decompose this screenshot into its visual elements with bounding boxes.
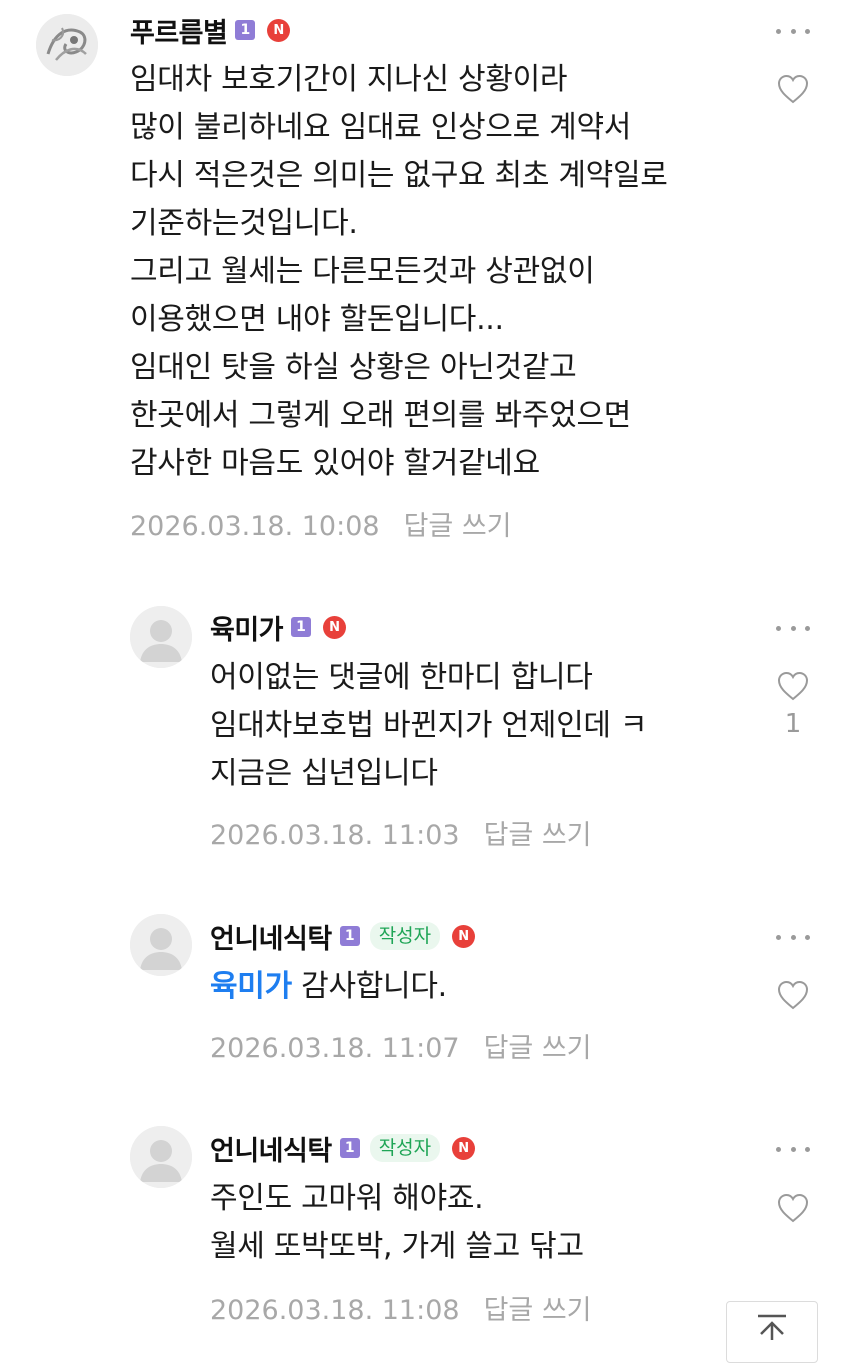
heart-outline-icon (777, 1193, 809, 1223)
more-options-button[interactable] (776, 927, 810, 947)
more-dot (805, 934, 810, 940)
new-badge: N (267, 18, 291, 42)
more-dots-icon (776, 1146, 781, 1152)
timestamp: 2026.03.18. 11:08 (210, 1295, 460, 1326)
like-button[interactable]: 1 (776, 671, 810, 739)
more-options-button[interactable] (776, 1139, 810, 1159)
nickname[interactable]: 육미가 (210, 608, 284, 647)
author-row: 푸르름별 1 N (130, 10, 291, 50)
new-badge: N (452, 924, 476, 948)
comment-line: 월세 또박또박, 가게 쓸고 닦고 (210, 1229, 584, 1264)
more-dots-icon (776, 28, 781, 34)
reply-button[interactable]: 답글 쓰기 (484, 820, 592, 851)
comment-text: 육미가 감사합니다. (210, 963, 447, 1011)
comment-line: 임대차보호법 바뀐지가 언제인데 ㅋ (210, 708, 648, 743)
comment-line: 육미가 감사합니다. (210, 963, 447, 1011)
comment-line: 기준하는것입니다. (130, 206, 358, 241)
level-badge: 1 (339, 1138, 360, 1158)
reply-button[interactable]: 답글 쓰기 (484, 1295, 592, 1326)
more-options-button[interactable] (776, 618, 810, 638)
like-button[interactable] (776, 74, 810, 104)
author-row: 언니네식탁 1 작성자 N (210, 916, 476, 956)
avatar[interactable] (130, 1126, 192, 1188)
arrow-up-to-top-icon (758, 1314, 786, 1340)
more-dots-icon (776, 934, 781, 940)
comment-line: 임대인 탓을 하실 상황은 아닌것같고 (130, 350, 577, 385)
comment-meta: 2026.03.18. 11:08 답글 쓰기 (210, 1288, 592, 1327)
more-dot (805, 28, 810, 34)
nickname[interactable]: 언니네식탁 (210, 917, 332, 956)
more-dot (790, 1146, 796, 1152)
default-avatar-icon (130, 606, 192, 668)
timestamp: 2026.03.18. 11:07 (210, 1033, 460, 1064)
like-button[interactable] (776, 980, 810, 1010)
comment-line: 많이 불리하네요 임대료 인상으로 계약서 (130, 110, 632, 145)
heart-outline-icon (777, 74, 809, 104)
comment-meta: 2026.03.18. 11:07 답글 쓰기 (210, 1026, 592, 1065)
reply-button[interactable]: 답글 쓰기 (404, 511, 512, 542)
new-badge: N (323, 615, 347, 639)
comment-meta: 2026.03.18. 11:03 답글 쓰기 (210, 813, 592, 852)
level-badge: 1 (235, 20, 256, 40)
nickname[interactable]: 푸르름별 (130, 11, 228, 50)
more-dot (805, 1146, 810, 1152)
default-avatar-icon (130, 914, 192, 976)
author-row: 언니네식탁 1 작성자 N (210, 1128, 476, 1168)
avatar-image (36, 14, 98, 76)
more-dots-icon (776, 625, 781, 631)
writer-badge: 작성자 (369, 922, 441, 950)
like-count: 1 (784, 709, 802, 739)
writer-badge: 작성자 (369, 1134, 441, 1162)
new-badge: N (452, 1136, 476, 1160)
timestamp: 2026.03.18. 10:08 (130, 511, 380, 542)
more-dot (790, 28, 796, 34)
comment-line: 이용했으면 내야 할돈입니다... (130, 302, 504, 337)
comment-line: 다시 적은것은 의미는 없구요 최초 계약일로 (130, 158, 668, 193)
mention-link[interactable]: 육미가 (210, 969, 292, 1004)
more-dot (790, 934, 796, 940)
comment-line: 어이없는 댓글에 한마디 합니다 (210, 660, 593, 695)
default-avatar-icon (130, 1126, 192, 1188)
avatar[interactable] (36, 14, 98, 76)
heart-outline-icon (777, 671, 809, 701)
reply-button[interactable]: 답글 쓰기 (484, 1033, 592, 1064)
like-button[interactable] (776, 1193, 810, 1223)
more-options-button[interactable] (776, 21, 810, 41)
scroll-top-button[interactable] (726, 1301, 818, 1363)
comment-text: 주인도 고마워 해야죠. 월세 또박또박, 가게 쓸고 닦고 (210, 1175, 584, 1271)
nickname[interactable]: 언니네식탁 (210, 1129, 332, 1168)
comment-meta: 2026.03.18. 10:08 답글 쓰기 (130, 504, 512, 543)
avatar[interactable] (130, 914, 192, 976)
comment-line: 한곳에서 그렇게 오래 편의를 봐주었으면 (130, 398, 632, 433)
comment-line: 지금은 십년입니다 (210, 756, 438, 791)
author-row: 육미가 1 N (210, 607, 347, 647)
comment-line: 주인도 고마워 해야죠. (210, 1181, 484, 1216)
more-dot (805, 625, 810, 631)
level-badge: 1 (339, 926, 360, 946)
comment-line: 감사한 마음도 있어야 할거같네요 (130, 446, 540, 481)
comment-text-content: 감사합니다. (291, 969, 447, 1004)
comment-text: 임대차 보호기간이 지나신 상황이라 많이 불리하네요 임대료 인상으로 계약서… (130, 56, 668, 488)
comment-text: 어이없는 댓글에 한마디 합니다 임대차보호법 바뀐지가 언제인데 ㅋ 지금은 … (210, 654, 648, 798)
level-badge: 1 (291, 617, 312, 637)
timestamp: 2026.03.18. 11:03 (210, 820, 460, 851)
more-dot (790, 625, 796, 631)
heart-outline-icon (777, 980, 809, 1010)
comment-line: 그리고 월세는 다른모든것과 상관없이 (130, 254, 595, 289)
avatar[interactable] (130, 606, 192, 668)
comment-line: 임대차 보호기간이 지나신 상황이라 (130, 62, 568, 97)
